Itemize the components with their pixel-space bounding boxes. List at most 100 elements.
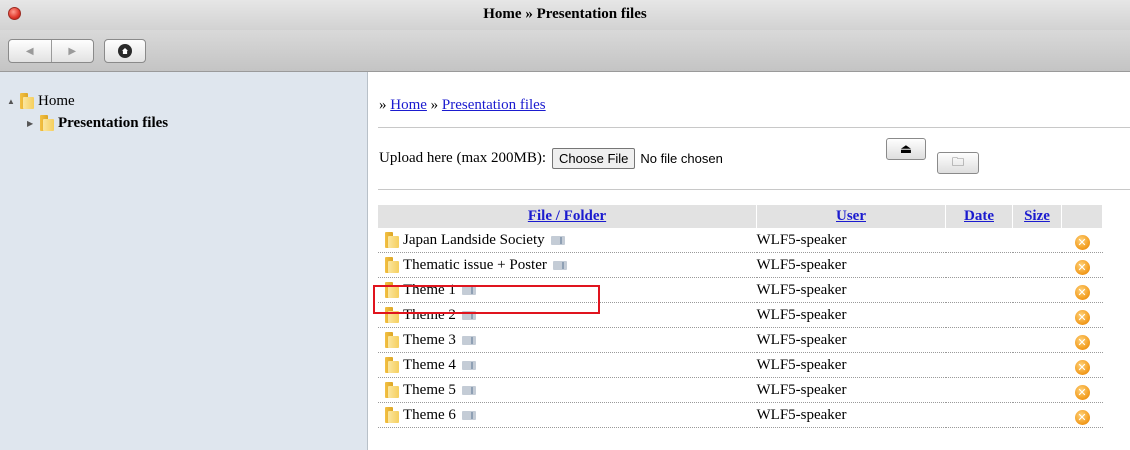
file-name[interactable]: Theme 3 — [403, 332, 456, 349]
column-header-user: User — [756, 205, 946, 228]
triangle-right-icon: ▶ — [68, 45, 77, 57]
upload-area: Upload here (max 200MB): Choose File No … — [379, 148, 723, 169]
forward-button[interactable]: ▶ — [50, 40, 94, 62]
sort-link-file-folder[interactable]: File / Folder — [528, 208, 606, 224]
delete-icon[interactable]: ✕ — [1074, 359, 1090, 375]
folder-icon — [384, 356, 400, 374]
tree-item-label: Presentation files — [58, 114, 169, 131]
new-folder-icon: 🗀 — [951, 154, 964, 169]
breadcrumb-prefix: » — [379, 97, 391, 113]
file-date — [945, 228, 1013, 253]
tree-item-home[interactable]: ▲ Home — [7, 91, 75, 111]
column-header-size: Size — [1012, 205, 1062, 228]
breadcrumb: » Home » Presentation files — [379, 97, 546, 114]
tree-item-label: Home — [38, 92, 75, 109]
table-row[interactable]: Japan Landside Society WLF5-speaker ✕ — [378, 228, 1103, 253]
title-bar: Home » Presentation files — [0, 0, 1130, 30]
highlight-box — [373, 285, 600, 314]
file-name[interactable]: Theme 4 — [403, 357, 456, 374]
file-name[interactable]: Theme 6 — [403, 407, 456, 424]
file-date — [945, 327, 1013, 353]
delete-icon[interactable]: ✕ — [1074, 384, 1090, 400]
folder-tree-sidebar: ▲ Home ▶ Presentation files — [0, 72, 368, 450]
sort-link-date[interactable]: Date — [964, 208, 994, 224]
file-date — [945, 352, 1013, 378]
file-size — [1012, 327, 1062, 353]
file-date — [945, 302, 1013, 328]
file-user: WLF5-speaker — [756, 228, 946, 253]
file-size — [1012, 277, 1062, 303]
file-table: File / Folder User Date Size Japan Lands… — [378, 205, 1103, 428]
sort-link-user[interactable]: User — [836, 208, 866, 224]
table-header-row: File / Folder User Date Size — [378, 205, 1103, 228]
table-row[interactable]: Theme 5 WLF5-speaker ✕ — [378, 377, 1103, 403]
folder-icon — [19, 92, 35, 110]
file-user: WLF5-speaker — [756, 327, 946, 353]
file-user: WLF5-speaker — [756, 302, 946, 328]
folder-icon — [384, 231, 400, 249]
triangle-left-icon: ◀ — [25, 45, 34, 57]
delete-icon[interactable]: ✕ — [1074, 284, 1090, 300]
breadcrumb-link-home[interactable]: Home — [390, 97, 427, 113]
breadcrumb-link-presentation-files[interactable]: Presentation files — [442, 97, 546, 113]
column-header-actions — [1061, 205, 1103, 228]
comment-icon[interactable] — [550, 235, 565, 245]
table-row[interactable]: Thematic issue + Poster WLF5-speaker ✕ — [378, 252, 1103, 278]
table-row[interactable]: Theme 6 WLF5-speaker ✕ — [378, 402, 1103, 428]
main-panel: » Home » Presentation files Upload here … — [368, 72, 1130, 450]
file-size — [1012, 377, 1062, 403]
home-button[interactable] — [104, 39, 146, 63]
collapsed-triangle-icon[interactable]: ▶ — [27, 119, 39, 128]
file-size — [1012, 302, 1062, 328]
upload-button[interactable]: ⏏ — [886, 138, 926, 160]
folder-icon — [384, 256, 400, 274]
comment-icon[interactable] — [461, 410, 476, 420]
file-size — [1012, 402, 1062, 428]
toolbar: ◀ ▶ — [0, 30, 1130, 72]
comment-icon[interactable] — [461, 360, 476, 370]
file-date — [945, 252, 1013, 278]
file-user: WLF5-speaker — [756, 402, 946, 428]
file-size — [1012, 228, 1062, 253]
delete-icon[interactable]: ✕ — [1074, 334, 1090, 350]
delete-icon[interactable]: ✕ — [1074, 234, 1090, 250]
file-size — [1012, 252, 1062, 278]
table-row[interactable]: Theme 3 WLF5-speaker ✕ — [378, 327, 1103, 353]
back-button[interactable]: ◀ — [9, 40, 51, 62]
folder-icon — [384, 331, 400, 349]
nav-button-group: ◀ ▶ — [8, 39, 94, 63]
choose-file-button[interactable]: Choose File — [552, 148, 636, 169]
file-size — [1012, 352, 1062, 378]
upload-icon: ⏏ — [899, 141, 913, 156]
comment-icon[interactable] — [461, 335, 476, 345]
breadcrumb-separator: » — [426, 97, 442, 113]
divider — [378, 189, 1130, 190]
expanded-triangle-icon[interactable]: ▲ — [7, 97, 19, 106]
table-row[interactable]: Theme 4 WLF5-speaker ✕ — [378, 352, 1103, 378]
column-header-file-folder: File / Folder — [378, 205, 757, 228]
folder-icon — [39, 114, 55, 132]
delete-icon[interactable]: ✕ — [1074, 259, 1090, 275]
folder-icon — [384, 406, 400, 424]
home-icon — [118, 44, 132, 58]
delete-icon[interactable]: ✕ — [1074, 309, 1090, 325]
file-status: No file chosen — [640, 151, 723, 166]
folder-icon — [384, 381, 400, 399]
divider — [378, 127, 1130, 128]
window-title: Home » Presentation files — [483, 6, 647, 22]
sort-link-size[interactable]: Size — [1024, 208, 1050, 224]
file-name[interactable]: Japan Landside Society — [403, 232, 545, 249]
file-name[interactable]: Theme 5 — [403, 382, 456, 399]
upload-label: Upload here (max 200MB): — [379, 150, 547, 166]
file-name[interactable]: Thematic issue + Poster — [403, 257, 547, 274]
file-date — [945, 402, 1013, 428]
tree-item-presentation-files[interactable]: ▶ Presentation files — [27, 113, 168, 133]
delete-icon[interactable]: ✕ — [1074, 409, 1090, 425]
comment-icon[interactable] — [552, 260, 567, 270]
comment-icon[interactable] — [461, 385, 476, 395]
file-user: WLF5-speaker — [756, 352, 946, 378]
file-user: WLF5-speaker — [756, 377, 946, 403]
new-folder-button[interactable]: 🗀 — [937, 152, 979, 174]
column-header-date: Date — [945, 205, 1013, 228]
file-user: WLF5-speaker — [756, 252, 946, 278]
